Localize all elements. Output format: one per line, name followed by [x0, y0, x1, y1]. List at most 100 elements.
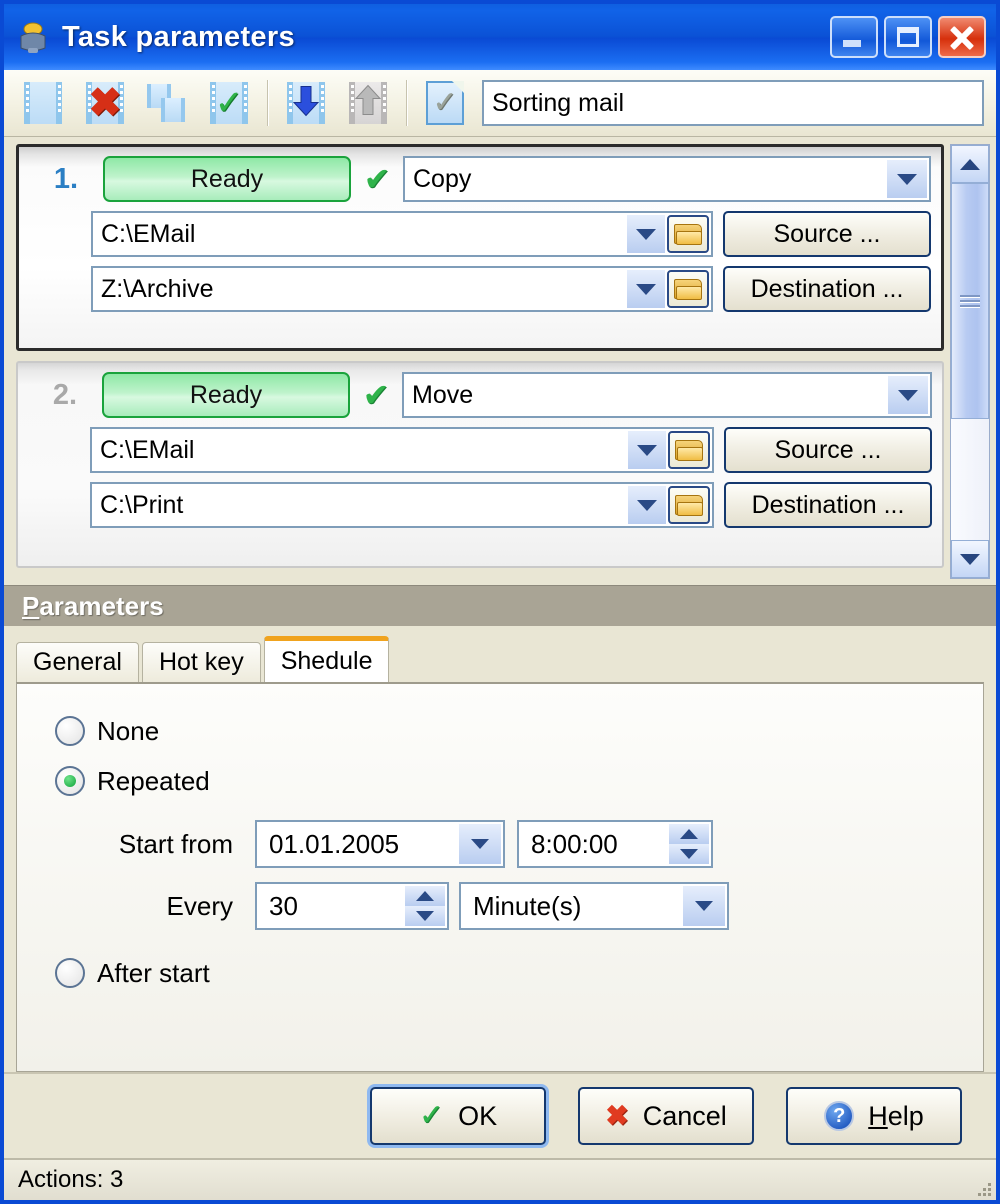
enable-action-button[interactable]: ✓ [198, 76, 260, 130]
spinner-up-icon[interactable] [669, 824, 709, 844]
action-2-index: 2. [52, 378, 78, 411]
folder-icon [675, 439, 703, 461]
check-icon: ✓ [418, 1099, 445, 1132]
delete-action-button[interactable]: ✖ [74, 76, 136, 130]
start-date-value: 01.01.2005 [269, 828, 400, 859]
action-item-1[interactable]: 1. Ready ✔ Copy C:\EMail Source ... Z:\A… [16, 144, 944, 351]
action-2-destination-combo[interactable]: C:\Print [90, 482, 714, 528]
action-item-2[interactable]: 2. Ready ✔ Move C:\EMail Source ... C:\P… [16, 361, 944, 568]
chevron-down-icon[interactable] [683, 886, 725, 926]
radio-repeated-icon[interactable] [55, 766, 85, 796]
every-unit-combo[interactable]: Minute(s) [459, 882, 729, 930]
move-down-button[interactable] [275, 76, 337, 130]
delete-action-icon: ✖ [86, 82, 124, 124]
action-2-source-value: C:\EMail [100, 435, 195, 464]
spinner-up-icon[interactable] [405, 886, 445, 906]
scrollbar-track[interactable] [951, 183, 989, 540]
action-1-status-label: Ready [190, 164, 264, 193]
action-1-destination-combo[interactable]: Z:\Archive [91, 266, 713, 312]
action-1-enabled-check-icon[interactable]: ✔ [351, 163, 403, 195]
every-unit-value: Minute(s) [473, 890, 582, 921]
action-2-destination-browse-button[interactable] [668, 486, 710, 524]
chevron-down-icon[interactable] [627, 215, 665, 253]
action-1-status-button[interactable]: Ready [103, 156, 351, 202]
duplicate-action-button[interactable] [136, 76, 198, 130]
action-list: 1. Ready ✔ Copy C:\EMail Source ... Z:\A… [16, 144, 944, 579]
action-2-operation-combo[interactable]: Move [402, 372, 932, 418]
action-1-destination-browse-button[interactable] [667, 270, 709, 308]
scroll-up-button[interactable] [951, 145, 989, 183]
help-button[interactable]: ? Help [786, 1087, 962, 1145]
parameters-header-label: Parameters [22, 590, 164, 621]
resize-grip-icon[interactable] [972, 1177, 992, 1197]
close-button[interactable] [938, 16, 986, 58]
action-2-source-browse-button[interactable] [668, 431, 710, 469]
action-2-status-button[interactable]: Ready [102, 372, 350, 418]
task-properties-button[interactable]: ✓ [414, 76, 476, 130]
ok-button-label: OK [458, 1100, 498, 1131]
action-1-destination-button-label: Destination ... [750, 274, 904, 303]
radio-after-start-icon[interactable] [55, 958, 85, 988]
action-2-source-button[interactable]: Source ... [724, 427, 932, 473]
start-time-input[interactable]: 8:00:00 [517, 820, 713, 868]
schedule-option-after-start[interactable]: After start [55, 948, 983, 998]
tab-hot-key[interactable]: Hot key [141, 642, 261, 682]
action-list-area: 1. Ready ✔ Copy C:\EMail Source ... Z:\A… [4, 137, 996, 585]
schedule-option-repeated[interactable]: Repeated [55, 756, 983, 806]
chevron-down-icon[interactable] [887, 160, 927, 198]
title-bar[interactable]: Task parameters [4, 4, 996, 70]
scrollbar-thumb[interactable] [951, 183, 989, 419]
action-2-enabled-check-icon[interactable]: ✔ [350, 379, 402, 411]
action-1-header-row: 1. Ready ✔ Copy [29, 156, 931, 202]
chevron-down-icon[interactable] [627, 270, 665, 308]
action-2-source-combo[interactable]: C:\EMail [90, 427, 714, 473]
move-up-icon [349, 82, 387, 124]
task-name-input[interactable]: Sorting mail [482, 80, 984, 126]
tab-shedule-label: Shedule [280, 647, 373, 675]
task-properties-icon: ✓ [426, 81, 464, 125]
action-2-status-label: Ready [189, 380, 263, 409]
spinner-down-icon[interactable] [405, 906, 445, 926]
parameters-header: Parameters [4, 585, 996, 626]
cancel-button[interactable]: ✖ Cancel [578, 1087, 754, 1145]
time-spinner[interactable] [669, 824, 709, 864]
cancel-button-label: Cancel [642, 1100, 727, 1131]
maximize-button[interactable] [884, 16, 932, 58]
move-up-button[interactable] [337, 76, 399, 130]
action-1-source-value: C:\EMail [101, 219, 196, 248]
radio-none-icon[interactable] [55, 716, 85, 746]
schedule-option-none[interactable]: None [55, 706, 983, 756]
chevron-down-icon[interactable] [888, 376, 928, 414]
start-from-row: Start from 01.01.2005 8:00:00 [55, 820, 983, 868]
help-button-label: Help [868, 1100, 924, 1131]
ok-button[interactable]: ✓ OK [370, 1087, 546, 1145]
minimize-button[interactable] [830, 16, 878, 58]
every-row: Every 30 Minute(s) [55, 882, 983, 930]
question-mark-icon: ? [824, 1101, 855, 1131]
action-1-source-browse-button[interactable] [667, 215, 709, 253]
tab-shedule[interactable]: Shedule [263, 636, 390, 682]
tab-general[interactable]: General [16, 642, 139, 682]
spinner-down-icon[interactable] [669, 844, 709, 864]
status-bar: Actions: 3 [4, 1158, 996, 1200]
chevron-down-icon[interactable] [628, 486, 666, 524]
action-list-scrollbar[interactable] [950, 144, 990, 579]
new-action-button[interactable] [12, 76, 74, 130]
task-robot-icon [16, 20, 50, 54]
every-value: 30 [269, 890, 298, 921]
chevron-down-icon[interactable] [628, 431, 666, 469]
action-1-source-button[interactable]: Source ... [723, 211, 931, 257]
scroll-down-button[interactable] [951, 540, 989, 578]
action-1-source-combo[interactable]: C:\EMail [91, 211, 713, 257]
radio-after-start-label: After start [97, 957, 210, 988]
action-2-destination-button[interactable]: Destination ... [724, 482, 932, 528]
action-1-operation-value: Copy [413, 164, 472, 193]
action-2-destination-value: C:\Print [100, 490, 184, 519]
every-value-input[interactable]: 30 [255, 882, 449, 930]
calendar-dropdown-icon[interactable] [459, 824, 501, 864]
action-1-operation-combo[interactable]: Copy [403, 156, 931, 202]
every-spinner[interactable] [405, 886, 445, 926]
grip-icon [960, 292, 980, 310]
action-1-destination-button[interactable]: Destination ... [723, 266, 931, 312]
start-date-input[interactable]: 01.01.2005 [255, 820, 505, 868]
